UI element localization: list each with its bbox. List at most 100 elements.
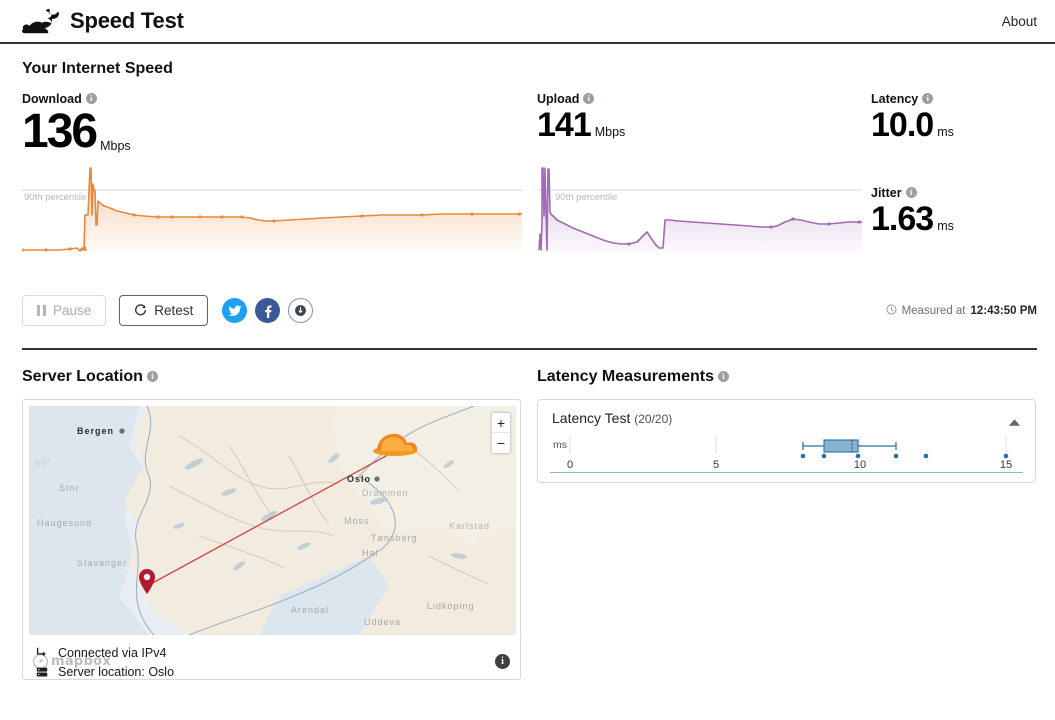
upload-sparkline: 90th percentile <box>537 164 862 252</box>
metric-upload-value: 141 Mbps <box>537 108 862 143</box>
svg-text:5: 5 <box>713 459 719 471</box>
latency-measurements-panel: Latency Measurements i Latency Test (20/2… <box>537 368 1037 483</box>
connection-info-text: Connected via IPv4 <box>58 645 167 660</box>
svg-text:15: 15 <box>1000 459 1012 471</box>
speed-test-page: Speed Test About Your Internet Speed Dow… <box>0 0 1055 720</box>
metrics-row: Download i 136 Mbps 90th percentile Uplo… <box>0 92 1055 272</box>
map-meta: Connected via IPv4 Server location: Oslo <box>35 643 505 679</box>
metric-upload-label: Upload i <box>537 92 862 106</box>
svg-text:90th percentile: 90th percentile <box>555 192 617 203</box>
network-icon <box>35 646 49 660</box>
metric-download: Download i 136 Mbps 90th percentile <box>22 92 522 252</box>
download-icon[interactable] <box>288 298 314 323</box>
server-location-title: Server Location i <box>22 368 522 386</box>
svg-text:Lidköping: Lidköping <box>427 601 475 611</box>
measured-at: Measured at 12:43:50 PM <box>886 304 1037 318</box>
metric-jitter-unit: ms <box>937 218 954 233</box>
server-info-row: Server location: Oslo <box>35 662 505 679</box>
metric-latency-unit: ms <box>937 124 954 139</box>
metric-jitter-value: 1.63 ms <box>871 202 1041 237</box>
svg-text:0: 0 <box>567 459 573 471</box>
latency-test-title: Latency Test <box>552 410 631 426</box>
refresh-icon <box>134 304 147 317</box>
retest-button[interactable]: Retest <box>119 295 209 326</box>
map-canvas[interactable]: Bergen Oslo Stor Haugesund Stavanger Dra… <box>29 406 516 635</box>
svg-text:Oslo: Oslo <box>347 474 371 484</box>
svg-text:Haugesund: Haugesund <box>37 518 92 528</box>
svg-text:Drammen: Drammen <box>362 488 409 498</box>
page-title-text: Your Internet Speed <box>22 60 173 77</box>
map-zoom-out-button[interactable]: − <box>492 433 510 453</box>
pause-label: Pause <box>53 303 92 318</box>
metric-latency-label-text: Latency <box>871 92 919 106</box>
server-location-panel: Server Location i Bergen Oslo Stor Hauge… <box>22 368 522 680</box>
map-zoom-controls: + − <box>491 412 511 454</box>
svg-text:Moss: Moss <box>344 516 370 526</box>
latency-measurements-title-text: Latency Measurements <box>537 368 714 385</box>
metric-jitter-label: Jitter i <box>871 186 1041 200</box>
svg-text:60°: 60° <box>35 458 52 468</box>
measured-prefix: Measured at <box>901 304 966 317</box>
latency-progress-bar <box>550 472 1023 473</box>
pause-button[interactable]: Pause <box>22 295 107 326</box>
server-location-title-text: Server Location <box>22 368 143 385</box>
metric-upload-label-text: Upload <box>537 92 580 106</box>
latency-test-count: (20/20) <box>634 412 673 426</box>
connection-info-row: Connected via IPv4 <box>35 643 505 662</box>
svg-text:Bergen: Bergen <box>77 426 114 436</box>
metric-jitter: Jitter i 1.63 ms <box>871 186 1041 237</box>
map-card: Bergen Oslo Stor Haugesund Stavanger Dra… <box>22 399 521 680</box>
about-link[interactable]: About <box>1002 14 1037 29</box>
metric-latency-label: Latency i <box>871 92 1041 106</box>
info-icon-latency-measurements[interactable]: i <box>717 371 729 382</box>
app-title: Speed Test <box>70 8 184 33</box>
svg-text:ms: ms <box>553 439 567 451</box>
controls-row: Pause Retest Measured at 12:43:50 PM <box>22 295 1037 326</box>
info-icon-upload[interactable]: i <box>583 93 595 104</box>
svg-text:Arendal: Arendal <box>291 605 329 615</box>
app-header: Speed Test About <box>0 0 1055 44</box>
download-sparkline: 90th percentile <box>22 160 522 252</box>
svg-text:Stavanger: Stavanger <box>77 558 127 568</box>
page-title: Your Internet Speed <box>22 60 1055 78</box>
latency-test-heading: Latency Test (20/20) <box>552 410 672 426</box>
pause-icon <box>37 305 46 316</box>
svg-text:Uddeva: Uddeva <box>364 617 401 627</box>
rabbit-icon <box>22 8 60 34</box>
retest-label: Retest <box>154 303 194 318</box>
latency-test-card: Latency Test (20/20) ms 0 5 10 15 <box>537 399 1036 483</box>
metric-latency-number: 10.0 <box>871 106 934 144</box>
section-divider <box>22 348 1037 350</box>
metric-latency: Latency i 10.0 ms <box>871 92 1041 143</box>
info-icon-latency[interactable]: i <box>922 93 934 104</box>
metric-jitter-number: 1.63 <box>871 200 934 238</box>
metric-jitter-label-text: Jitter <box>871 186 902 200</box>
measured-time: 12:43:50 PM <box>970 304 1037 317</box>
svg-text:Stor: Stor <box>59 483 80 493</box>
info-icon-download[interactable]: i <box>85 93 97 104</box>
server-info-text: Server location: Oslo <box>58 664 175 679</box>
metric-upload: Upload i 141 Mbps 90th percentile <box>537 92 862 252</box>
latency-measurements-title: Latency Measurements i <box>537 368 1037 386</box>
clock-icon <box>886 304 897 318</box>
info-icon-server-location[interactable]: i <box>146 371 158 382</box>
server-icon <box>35 665 49 679</box>
svg-text:10: 10 <box>854 459 866 471</box>
svg-text:Hal: Hal <box>362 548 379 558</box>
brand: Speed Test <box>22 8 184 34</box>
info-icon-jitter[interactable]: i <box>905 187 917 198</box>
metric-latency-value: 10.0 ms <box>871 108 1041 143</box>
metric-download-unit: Mbps <box>100 138 131 153</box>
metric-download-number: 136 <box>22 105 98 158</box>
svg-text:Karlstad: Karlstad <box>449 521 490 531</box>
metric-upload-unit: Mbps <box>594 124 626 139</box>
metric-download-value: 136 Mbps <box>22 105 522 158</box>
metric-download-label: Download i <box>22 92 522 106</box>
svg-text:Tønsberg: Tønsberg <box>371 533 418 543</box>
latency-boxplot: ms 0 5 10 15 <box>538 430 1037 483</box>
svg-text:90th percentile: 90th percentile <box>24 192 86 203</box>
twitter-icon[interactable] <box>222 298 248 323</box>
facebook-icon[interactable] <box>255 298 281 323</box>
share-buttons <box>222 298 314 323</box>
map-zoom-in-button[interactable]: + <box>492 413 510 433</box>
